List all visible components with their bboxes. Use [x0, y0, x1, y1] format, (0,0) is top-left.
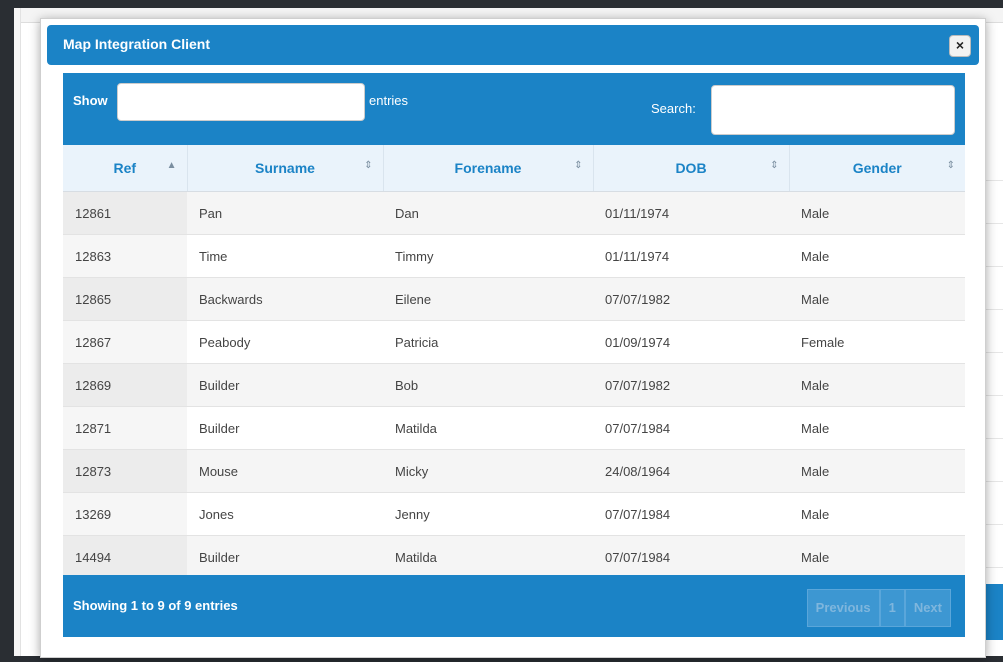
entries-length-select[interactable]: [117, 83, 365, 121]
table-row[interactable]: 12871 Builder Matilda 07/07/1984 Male: [63, 406, 965, 450]
cell-ref: 12873: [63, 449, 187, 493]
cell-gender: Male: [789, 406, 965, 450]
cell-surname: Backwards: [187, 277, 383, 321]
cell-dob: 01/11/1974: [593, 191, 789, 235]
cell-ref: 12869: [63, 363, 187, 407]
cell-ref: 13269: [63, 492, 187, 536]
entries-label: entries: [369, 93, 409, 108]
table-row[interactable]: 12863 Time Timmy 01/11/1974 Male: [63, 234, 965, 278]
cell-gender: Male: [789, 191, 965, 235]
cell-surname: Mouse: [187, 449, 383, 493]
previous-button[interactable]: Previous: [806, 589, 880, 627]
page-button-1[interactable]: 1: [879, 589, 905, 627]
table-row[interactable]: 13269 Jones Jenny 07/07/1984 Male: [63, 492, 965, 536]
cell-gender: Male: [789, 363, 965, 407]
cell-forename: Eilene: [383, 277, 593, 321]
cell-surname: Peabody: [187, 320, 383, 364]
cell-dob: 07/07/1984: [593, 492, 789, 536]
sort-both-icon: ⇕: [770, 160, 779, 171]
data-table-panel: Show entries Search: Ref ▲ Surname ⇕ Foren…: [63, 73, 965, 637]
cell-forename: Dan: [383, 191, 593, 235]
cell-ref: 12863: [63, 234, 187, 278]
cell-gender: Male: [789, 277, 965, 321]
cell-dob: 07/07/1984: [593, 535, 789, 579]
background-left-edge: [14, 8, 21, 656]
column-header-surname[interactable]: Surname ⇕: [187, 145, 384, 192]
close-icon: ×: [955, 37, 965, 53]
cell-ref: 12867: [63, 320, 187, 364]
table-footer: Showing 1 to 9 of 9 entries Previous 1 N…: [63, 575, 965, 637]
modal-header: Map Integration Client ×: [47, 25, 979, 65]
table-row[interactable]: 12873 Mouse Micky 24/08/1964 Male: [63, 449, 965, 493]
column-header-forename[interactable]: Forename ⇕: [383, 145, 594, 192]
cell-forename: Matilda: [383, 406, 593, 450]
column-header-ref[interactable]: Ref ▲: [63, 145, 188, 192]
sort-both-icon: ⇕: [364, 160, 373, 171]
table-row[interactable]: 12869 Builder Bob 07/07/1982 Male: [63, 363, 965, 407]
table-info: Showing 1 to 9 of 9 entries: [73, 598, 238, 613]
cell-surname: Pan: [187, 191, 383, 235]
map-integration-modal: Map Integration Client × Show entries Se…: [40, 18, 986, 658]
search-input[interactable]: [711, 85, 955, 135]
table-row[interactable]: 12865 Backwards Eilene 07/07/1982 Male: [63, 277, 965, 321]
table-row[interactable]: 12867 Peabody Patricia 01/09/1974 Female: [63, 320, 965, 364]
cell-ref: 12865: [63, 277, 187, 321]
table-toolbar: Show entries Search:: [63, 73, 965, 145]
cell-dob: 07/07/1984: [593, 406, 789, 450]
search-label: Search:: [651, 101, 696, 116]
column-header-gender[interactable]: Gender ⇕: [789, 145, 965, 192]
sort-both-icon: ⇕: [574, 160, 583, 171]
table-header-row: Ref ▲ Surname ⇕ Forename ⇕ DOB ⇕ Gender ⇕: [63, 145, 965, 192]
cell-dob: 24/08/1964: [593, 449, 789, 493]
modal-title: Map Integration Client: [63, 36, 210, 52]
cell-forename: Matilda: [383, 535, 593, 579]
cell-ref: 12871: [63, 406, 187, 450]
next-button[interactable]: Next: [904, 589, 951, 627]
close-button[interactable]: ×: [949, 35, 971, 57]
cell-forename: Jenny: [383, 492, 593, 536]
table-row[interactable]: 14494 Builder Matilda 07/07/1984 Male: [63, 535, 965, 579]
sort-asc-icon: ▲: [166, 160, 177, 171]
cell-gender: Male: [789, 492, 965, 536]
cell-gender: Male: [789, 535, 965, 579]
cell-gender: Male: [789, 234, 965, 278]
clients-table: Ref ▲ Surname ⇕ Forename ⇕ DOB ⇕ Gender ⇕ 128…: [63, 145, 965, 579]
cell-forename: Patricia: [383, 320, 593, 364]
cell-forename: Bob: [383, 363, 593, 407]
cell-surname: Builder: [187, 406, 383, 450]
cell-ref: 12861: [63, 191, 187, 235]
cell-gender: Male: [789, 449, 965, 493]
sort-both-icon: ⇕: [946, 160, 955, 171]
cell-dob: 07/07/1982: [593, 277, 789, 321]
cell-forename: Timmy: [383, 234, 593, 278]
cell-dob: 07/07/1982: [593, 363, 789, 407]
show-label: Show: [73, 93, 108, 108]
cell-ref: 14494: [63, 535, 187, 579]
cell-surname: Jones: [187, 492, 383, 536]
cell-dob: 01/09/1974: [593, 320, 789, 364]
cell-forename: Micky: [383, 449, 593, 493]
cell-surname: Builder: [187, 535, 383, 579]
table-row[interactable]: 12861 Pan Dan 01/11/1974 Male: [63, 191, 965, 235]
pagination: Previous 1 Next: [806, 589, 951, 627]
cell-surname: Builder: [187, 363, 383, 407]
cell-dob: 01/11/1974: [593, 234, 789, 278]
cell-surname: Time: [187, 234, 383, 278]
column-header-dob[interactable]: DOB ⇕: [593, 145, 790, 192]
cell-gender: Female: [789, 320, 965, 364]
